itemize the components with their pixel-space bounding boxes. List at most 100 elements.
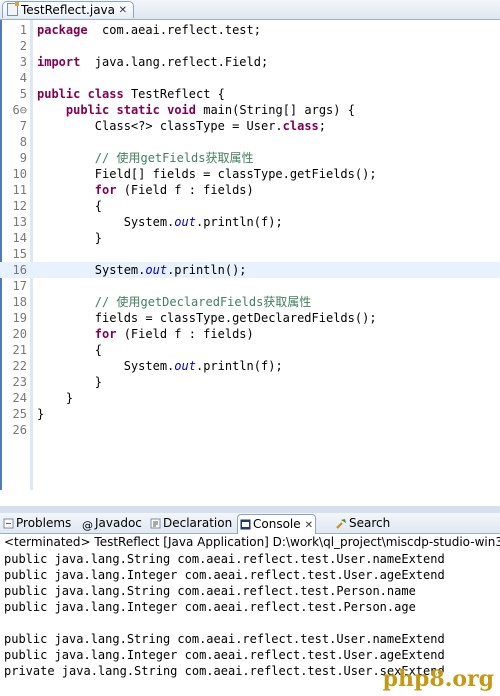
line-number: 1 xyxy=(19,23,27,37)
code-token: TestReflect { xyxy=(123,87,225,101)
code-text: } xyxy=(37,230,102,246)
console-line: public java.lang.String com.aeai.reflect… xyxy=(4,552,445,566)
tab-declaration-label: Declaration xyxy=(163,516,233,530)
keyword-token: class xyxy=(282,119,319,133)
code-line[interactable]: 2 xyxy=(0,38,500,54)
code-token: .println(f); xyxy=(195,359,283,373)
code-text: // 使用getFields获取属性 xyxy=(37,150,254,166)
code-text: for (Field f : fields) xyxy=(37,326,254,342)
tab-problems[interactable]: Problems xyxy=(3,514,71,533)
tab-javadoc[interactable]: @ Javadoc xyxy=(82,514,142,533)
comment-token: // 使用getDeclaredFields获取属性 xyxy=(94,295,312,309)
line-number: 15 xyxy=(12,247,27,261)
code-line[interactable]: 3 import java.lang.reflect.Field; xyxy=(0,54,500,70)
console-line: public java.lang.Integer com.aeai.reflec… xyxy=(4,600,416,614)
code-line[interactable]: 17 xyxy=(0,278,500,294)
code-text: } xyxy=(37,406,44,422)
static-field-token: out xyxy=(174,359,196,373)
editor-tab-bar: TestReflect.java ✕ xyxy=(0,0,500,20)
code-line[interactable]: 7 Class<?> classType = User.class; xyxy=(0,118,500,134)
close-icon[interactable]: ✕ xyxy=(305,520,313,531)
code-line[interactable]: 9 // 使用getFields获取属性 xyxy=(0,150,500,166)
problems-icon xyxy=(3,518,14,529)
console-status-header: <terminated> TestReflect [Java Applicati… xyxy=(4,535,500,549)
editor-tab-testreflect[interactable]: TestReflect.java ✕ xyxy=(2,1,134,18)
code-text: // 使用getDeclaredFields获取属性 xyxy=(37,294,312,310)
code-line[interactable]: 14 } xyxy=(0,230,500,246)
console-line: public java.lang.String com.aeai.reflect… xyxy=(4,632,445,646)
code-line[interactable]: 26 xyxy=(0,422,500,438)
code-line[interactable]: 4 xyxy=(0,70,500,86)
javadoc-icon: @ xyxy=(82,519,93,532)
code-token: } xyxy=(37,231,103,245)
code-line[interactable]: 24 } xyxy=(0,390,500,406)
code-text: System.out.println(f); xyxy=(37,358,283,374)
keyword-token: for xyxy=(94,327,117,341)
line-number: 20 xyxy=(12,327,27,341)
code-line[interactable]: 20 for (Field f : fields) xyxy=(0,326,500,342)
console-line: private java.lang.String com.aeai.reflec… xyxy=(4,664,445,678)
close-icon[interactable]: ✕ xyxy=(119,2,127,19)
code-text: Class<?> classType = User.class; xyxy=(37,118,326,134)
code-line[interactable]: 1 package com.aeai.reflect.test; xyxy=(0,22,500,38)
line-number: 4 xyxy=(19,71,27,85)
code-token: { xyxy=(37,343,103,357)
code-token: ; xyxy=(318,119,326,133)
code-line[interactable]: 6⊖ public static void main(String[] args… xyxy=(0,102,500,118)
view-tab-bar: Problems @ Javadoc Declaration Console ✕ S… xyxy=(0,513,500,534)
tab-declaration[interactable]: Declaration xyxy=(150,514,232,533)
code-token: fields = classType.getDeclaredFields(); xyxy=(37,311,377,325)
code-token: (Field f : fields) xyxy=(116,327,254,341)
code-token: } xyxy=(37,391,74,405)
line-number: 19 xyxy=(12,311,27,325)
line-number: 22 xyxy=(12,359,27,373)
tab-console-label: Console xyxy=(253,517,301,531)
line-number: 26 xyxy=(12,423,27,437)
code-token: .println(); xyxy=(167,263,247,277)
comment-token: // 使用getFields获取属性 xyxy=(94,151,254,165)
code-line[interactable]: 10 Field[] fields = classType.getFields(… xyxy=(0,166,500,182)
code-line[interactable]: 15 xyxy=(0,246,500,262)
code-line[interactable]: 13 System.out.println(f); xyxy=(0,214,500,230)
code-text: System.out.println(f); xyxy=(37,214,283,230)
line-number: 13 xyxy=(12,215,27,229)
code-line[interactable]: 16 System.out.println(); xyxy=(0,262,500,278)
tab-console[interactable]: Console ✕ xyxy=(237,514,317,534)
code-token: (Field f : fields) xyxy=(116,183,254,197)
code-line[interactable]: 5 public class TestReflect { xyxy=(0,86,500,102)
code-line[interactable]: 19 fields = classType.getDeclaredFields(… xyxy=(0,310,500,326)
code-token: com.aeai.reflect.test; xyxy=(87,23,261,37)
keyword-token: package xyxy=(37,23,88,37)
code-token: Class<?> classType = User. xyxy=(37,119,283,133)
code-token: Field[] fields = classType.getFields(); xyxy=(37,167,377,181)
line-number: 9 xyxy=(19,151,27,165)
keyword-token: void xyxy=(167,103,196,117)
code-token: { xyxy=(37,199,103,213)
code-token: System. xyxy=(37,359,175,373)
code-line[interactable]: 25} xyxy=(0,406,500,422)
tab-search[interactable]: Search xyxy=(336,514,390,533)
code-text: package com.aeai.reflect.test; xyxy=(37,22,261,38)
line-number: 5 xyxy=(19,87,27,101)
line-number: 25 xyxy=(12,407,27,421)
code-line[interactable]: 23 } xyxy=(0,374,500,390)
code-text: } xyxy=(37,390,73,406)
code-editor[interactable]: 1 package com.aeai.reflect.test; 2 3 import … xyxy=(0,20,500,527)
keyword-token: class xyxy=(87,87,124,101)
line-number: 7 xyxy=(19,119,27,133)
console-line: public java.lang.Integer com.aeai.reflec… xyxy=(4,568,445,582)
code-line[interactable]: 21 { xyxy=(0,342,500,358)
code-text: public class TestReflect { xyxy=(37,86,225,102)
code-line[interactable]: 8 xyxy=(0,134,500,150)
code-text: fields = classType.getDeclaredFields(); xyxy=(37,310,377,326)
console-line: public java.lang.String com.aeai.reflect… xyxy=(4,584,416,598)
code-line[interactable]: 11 for (Field f : fields) xyxy=(0,182,500,198)
code-token: System. xyxy=(37,215,175,229)
panel-separator[interactable] xyxy=(0,506,500,513)
code-line[interactable]: 12 { xyxy=(0,198,500,214)
code-line[interactable]: 22 System.out.println(f); xyxy=(0,358,500,374)
code-line[interactable]: 18 // 使用getDeclaredFields获取属性 xyxy=(0,294,500,310)
